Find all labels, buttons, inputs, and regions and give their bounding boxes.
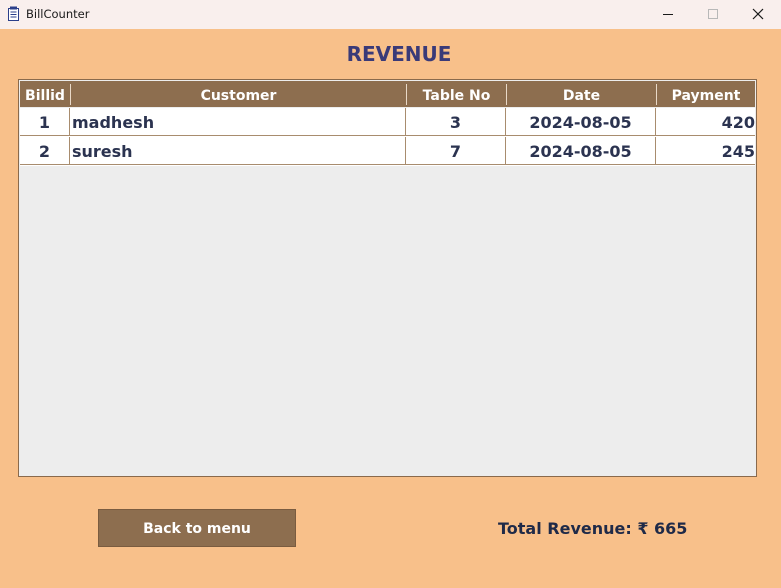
column-header-payment[interactable]: Payment <box>657 81 755 107</box>
column-header-table-no[interactable]: Table No <box>407 81 506 107</box>
column-header-date[interactable]: Date <box>507 81 656 107</box>
cell-date: 2024-08-05 <box>506 108 656 136</box>
window-titlebar: BillCounter <box>0 0 781 29</box>
total-revenue-label: Total Revenue: ₹ 665 <box>498 519 688 538</box>
table-row[interactable]: 1 madhesh 3 2024-08-05 420 <box>20 108 755 137</box>
close-icon <box>752 8 764 20</box>
cell-table-no: 7 <box>406 137 506 165</box>
window-title: BillCounter <box>26 7 90 21</box>
back-to-menu-button[interactable]: Back to menu <box>98 509 296 547</box>
cell-payment: 245 <box>656 137 755 165</box>
revenue-table[interactable]: Billid Customer Table No Date Payment 1 … <box>18 79 757 477</box>
cell-billid: 1 <box>20 108 70 136</box>
page-title: REVENUE <box>346 42 452 66</box>
column-header-customer[interactable]: Customer <box>71 81 406 107</box>
cell-customer: madhesh <box>70 108 406 136</box>
minimize-icon <box>663 14 673 15</box>
cell-table-no: 3 <box>406 108 506 136</box>
maximize-button[interactable] <box>690 0 736 29</box>
minimize-button[interactable] <box>645 0 691 29</box>
table-row[interactable]: 2 suresh 7 2024-08-05 245 <box>20 137 755 166</box>
cell-customer: suresh <box>70 137 406 165</box>
app-icon <box>8 6 19 21</box>
column-header-billid[interactable]: Billid <box>20 81 70 107</box>
cell-billid: 2 <box>20 137 70 165</box>
cell-date: 2024-08-05 <box>506 137 656 165</box>
maximize-icon <box>708 9 718 19</box>
close-button[interactable] <box>735 0 781 29</box>
cell-payment: 420 <box>656 108 755 136</box>
table-header: Billid Customer Table No Date Payment <box>20 81 755 107</box>
